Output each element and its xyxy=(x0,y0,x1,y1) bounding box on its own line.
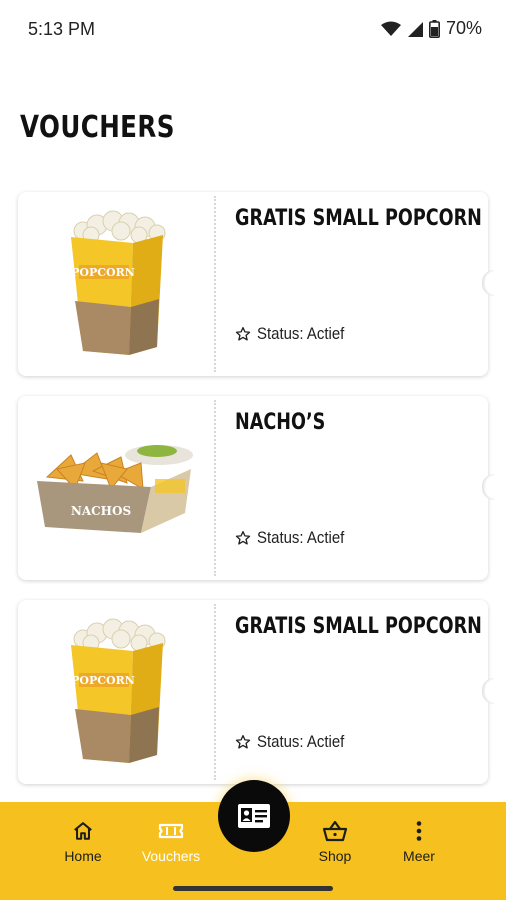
nav-label-home: Home xyxy=(64,848,102,864)
nav-label-vouchers: Vouchers xyxy=(141,848,201,864)
nachos-tray-image: NACHOS xyxy=(37,445,193,533)
voucher-image-nachos: NACHOS xyxy=(18,396,214,580)
home-icon xyxy=(74,822,92,840)
popcorn-brand-text: POPCORN xyxy=(71,266,135,279)
battery-level: 70% xyxy=(445,18,482,38)
voucher-card[interactable]: POPCORN GRATIS SMALL POPCORN Status: Act… xyxy=(18,600,494,784)
voucher-status-text: Status: Actief xyxy=(257,732,345,751)
voucher-divider xyxy=(214,400,216,576)
voucher-card[interactable]: NACHOS NACHO’S Status: Actief xyxy=(18,396,494,580)
status-time: 5:13 PM xyxy=(28,19,96,39)
ticket-notch xyxy=(482,678,494,704)
popcorn-box-image: POPCORN xyxy=(71,210,166,355)
voucher-card[interactable]: POPCORN GRATIS SMALL POPCORN Status: Act… xyxy=(18,192,494,376)
ticket-notch xyxy=(482,270,494,296)
voucher-status: Status: Actief xyxy=(235,528,356,548)
more-vertical-icon xyxy=(416,821,422,841)
member-card-button[interactable] xyxy=(218,780,290,852)
nav-label-more: Meer xyxy=(403,848,435,864)
status-bar: 5:13 PM 70% xyxy=(0,0,506,60)
voucher-image-popcorn: POPCORN xyxy=(18,600,214,784)
voucher-status: Status: Actief xyxy=(235,732,356,752)
nav-item-vouchers[interactable]: Vouchers xyxy=(126,820,216,864)
voucher-divider xyxy=(214,604,216,780)
battery-icon xyxy=(428,19,440,38)
ticket-icon xyxy=(158,823,184,839)
page-title: VOUCHERS xyxy=(20,110,175,145)
star-icon xyxy=(235,531,251,545)
nav-item-more[interactable]: Meer xyxy=(374,820,464,864)
status-icons: 70% xyxy=(380,18,482,39)
basket-icon xyxy=(322,820,348,842)
nav-item-home[interactable]: Home xyxy=(38,820,128,864)
voucher-status-text: Status: Actief xyxy=(257,324,345,343)
nacho-brand-text: NACHOS xyxy=(71,504,131,518)
nav-item-shop[interactable]: Shop xyxy=(290,820,380,864)
member-card-icon xyxy=(238,804,270,828)
nav-label-shop: Shop xyxy=(318,848,352,864)
star-icon xyxy=(235,735,251,749)
voucher-name: GRATIS SMALL POPCORN xyxy=(235,614,482,639)
voucher-status: Status: Actief xyxy=(235,324,356,344)
ticket-notch xyxy=(482,474,494,500)
cell-signal-icon xyxy=(407,21,423,37)
voucher-status-text: Status: Actief xyxy=(257,528,345,547)
star-icon xyxy=(235,327,251,341)
home-indicator[interactable] xyxy=(173,886,333,891)
popcorn-box-image: POPCORN xyxy=(71,618,166,763)
voucher-image-popcorn: POPCORN xyxy=(18,192,214,376)
voucher-name: GRATIS SMALL POPCORN xyxy=(235,206,482,231)
voucher-divider xyxy=(214,196,216,372)
popcorn-brand-text: POPCORN xyxy=(71,674,135,687)
wifi-icon xyxy=(380,21,401,36)
voucher-name: NACHO’S xyxy=(235,410,326,435)
